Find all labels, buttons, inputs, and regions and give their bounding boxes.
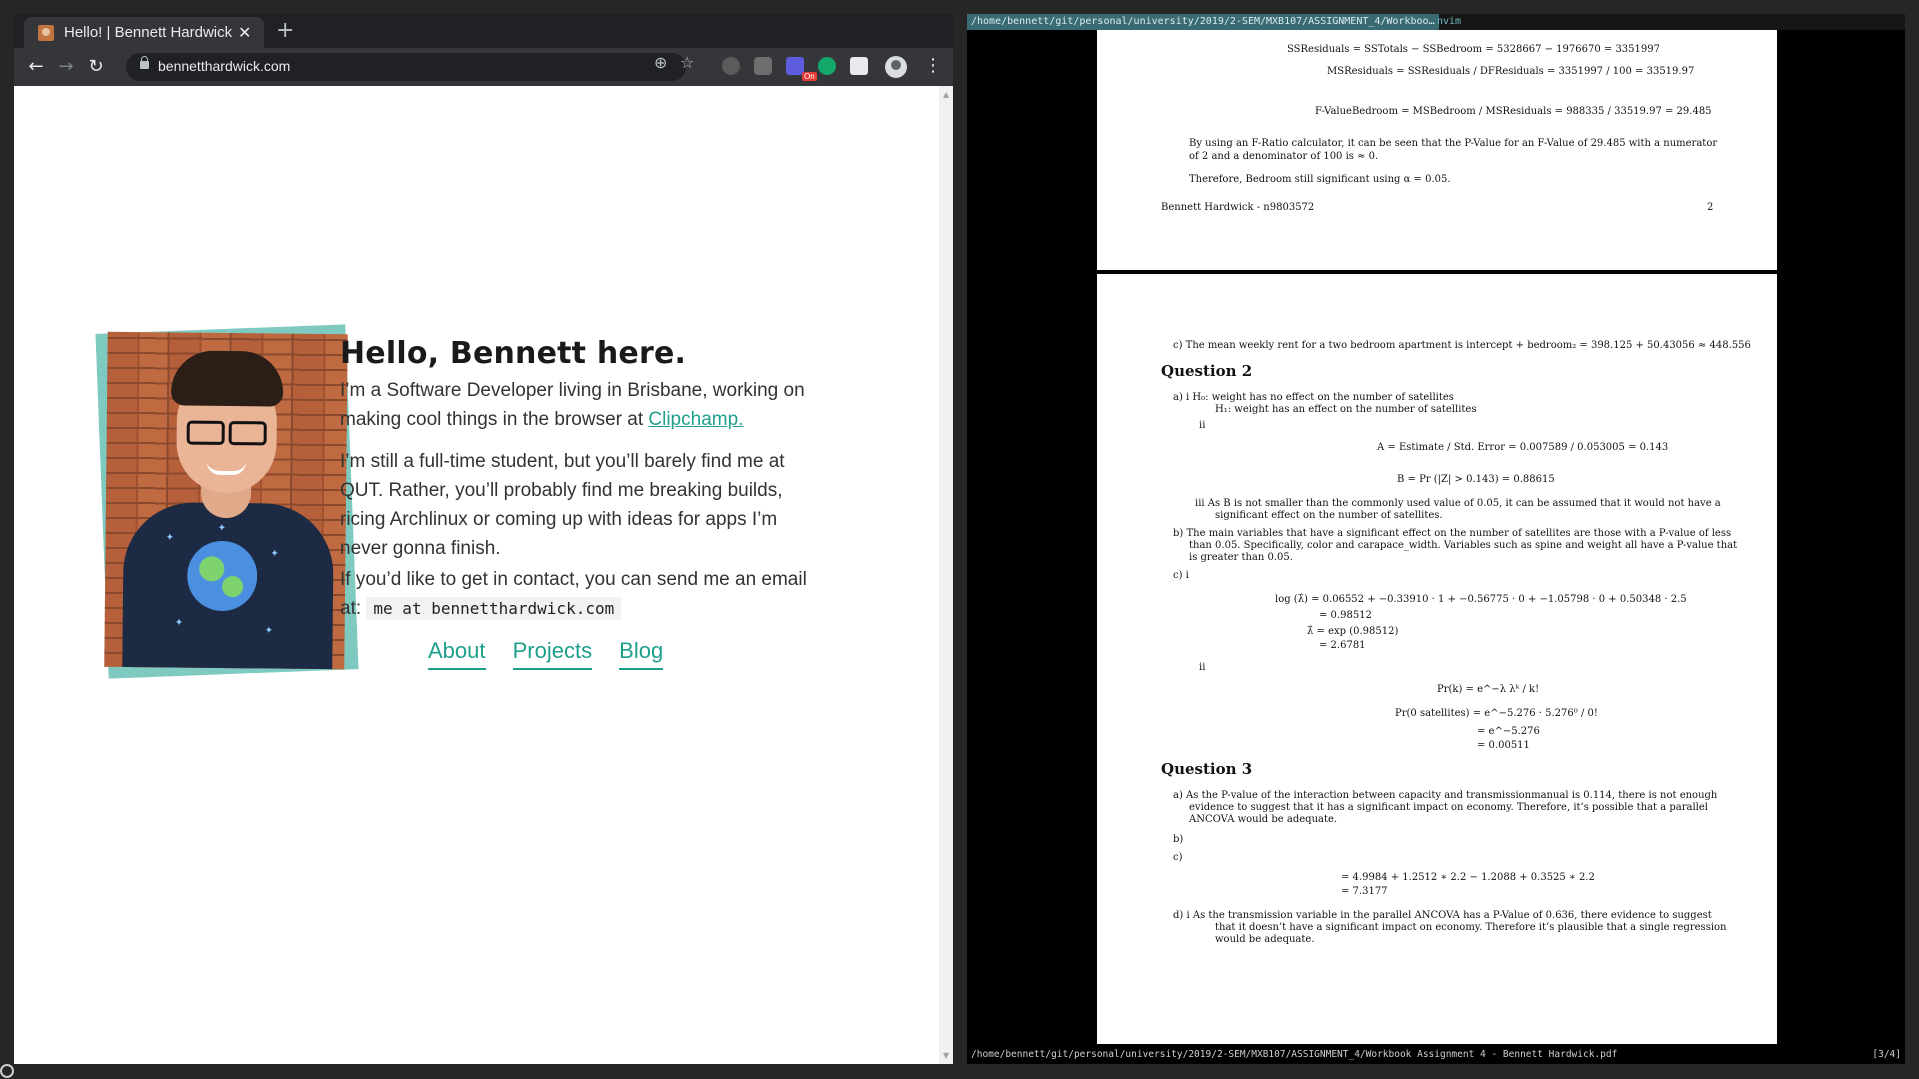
pdf-text: than 0.05. Specifically, color and carap… xyxy=(1189,540,1738,551)
star-icon: ✦ xyxy=(165,532,175,544)
pdf-equation: = 4.9984 + 1.2512 ∗ 2.2 − 1.2088 + 0.352… xyxy=(1341,872,1595,883)
web-page: ✦ ✦ ✦ ✦ ✦ Hello, Bennett here. I’m a Sof… xyxy=(14,86,939,1064)
pdf-equation: = 0.98512 xyxy=(1319,610,1372,621)
pdf-text: Therefore, Bedroom still significant usi… xyxy=(1189,174,1451,185)
menu-kebab-icon[interactable]: ⋮ xyxy=(924,55,942,76)
question-3-heading: Question 3 xyxy=(1161,760,1253,778)
page-nav: About Projects Blog xyxy=(428,638,685,670)
star-icon: ✦ xyxy=(174,617,184,629)
pdf-text: ii xyxy=(1199,662,1206,673)
url-text: bennetthardwick.com xyxy=(158,58,291,74)
status-path: /home/bennett/git/personal/university/20… xyxy=(971,1049,1618,1060)
pdf-equation: SSResiduals = SSTotals − SSBedroom = 532… xyxy=(1287,44,1660,55)
page-indicator: [3/4] xyxy=(1872,1049,1901,1060)
portrait-glasses xyxy=(187,421,267,442)
clipchamp-link[interactable]: Clipchamp. xyxy=(648,409,743,430)
extension-privacy-icon[interactable] xyxy=(722,57,740,75)
scroll-up-icon[interactable]: ▲ xyxy=(943,90,949,99)
pdf-equation: = e^−5.276 xyxy=(1477,726,1540,737)
star-icon: ✦ xyxy=(264,625,274,637)
reload-icon[interactable]: ↻ xyxy=(84,55,108,79)
viewer-title-path: /home/bennett/git/personal/university/20… xyxy=(967,14,1439,30)
pdf-equation: Pr(0 satellites) = e^−5.276 · 5.276⁰ / 0… xyxy=(1395,708,1598,719)
pdf-text: b) The main variables that have a signif… xyxy=(1173,528,1732,539)
pdf-text: d) i As the transmission variable in the… xyxy=(1173,910,1712,921)
earth-graphic xyxy=(186,540,258,612)
desktop: Hello! | Bennett Hardwick ✕ + ← → ↻ benn… xyxy=(0,0,1919,1079)
star-icon: ✦ xyxy=(217,522,227,535)
bookmark-star-icon[interactable]: ☆ xyxy=(680,53,694,72)
viewer-app-name: nvim xyxy=(1437,16,1462,27)
pdf-text: significant effect on the number of sate… xyxy=(1215,510,1443,521)
student-paragraph: I’m still a full-time student, but you’l… xyxy=(340,451,785,559)
pdf-text: that it doesn’t have a significant impac… xyxy=(1215,922,1727,933)
pdf-viewer-window: /home/bennett/git/personal/university/20… xyxy=(967,14,1905,1064)
pdf-equation: log (λ̂) = 0.06552 + −0.33910 · 1 + −0.5… xyxy=(1275,594,1687,605)
tab-title: Hello! | Bennett Hardwick xyxy=(64,24,233,41)
tab-strip: Hello! | Bennett Hardwick ✕ + xyxy=(14,14,953,48)
profile-avatar[interactable] xyxy=(885,56,907,78)
pdf-text: H₁: weight has an effect on the number o… xyxy=(1215,404,1477,415)
notion-icon[interactable] xyxy=(850,57,868,75)
viewer-statusbar: /home/bennett/git/personal/university/20… xyxy=(967,1048,1905,1062)
portrait-photo: ✦ ✦ ✦ ✦ ✦ xyxy=(104,331,348,670)
pdf-text: c) xyxy=(1173,852,1183,863)
browser-toolbar: ← → ↻ bennetthardwick.com ⊕ ☆ On ⋮ xyxy=(14,48,953,86)
nav-about-link[interactable]: About xyxy=(428,638,486,670)
pdf-text: a) As the P-value of the interaction bet… xyxy=(1173,790,1718,801)
pdf-text: would be adequate. xyxy=(1215,934,1315,945)
pdf-equation: B = Pr (|Z| > 0.143) = 0.88615 xyxy=(1397,474,1555,485)
scroll-down-icon[interactable]: ▼ xyxy=(943,1051,949,1060)
question-2-heading: Question 2 xyxy=(1161,362,1253,380)
page-title: Hello, Bennett here. xyxy=(340,336,687,371)
star-icon: ✦ xyxy=(270,548,279,560)
contact-paragraph: If you’d like to get in contact, you can… xyxy=(340,565,810,623)
pdf-text: of 2 and a denominator of 100 is ≈ 0. xyxy=(1189,151,1379,162)
extension-badge: On xyxy=(802,72,817,81)
add-icon[interactable]: ⊕ xyxy=(654,53,667,72)
pdf-equation: Pr(k) = e^−λ λᵏ / k! xyxy=(1437,684,1540,695)
pdf-text: c) i xyxy=(1173,570,1189,581)
tab-active[interactable]: Hello! | Bennett Hardwick ✕ xyxy=(24,17,264,48)
pdf-text: evidence to suggest that it has a signif… xyxy=(1189,802,1708,813)
pdf-text: By using an F-Ratio calculator, it can b… xyxy=(1189,138,1718,149)
page-scrollbar[interactable]: ▲ ▼ xyxy=(939,86,953,1064)
grammarly-icon[interactable] xyxy=(818,57,836,75)
pdf-footer-page: 2 xyxy=(1707,202,1714,213)
pdf-equation: A = Estimate / Std. Error = 0.007589 / 0… xyxy=(1377,442,1669,453)
address-bar[interactable]: bennetthardwick.com xyxy=(126,53,686,81)
pdf-equation: = 0.00511 xyxy=(1477,740,1530,751)
corner-logo-icon xyxy=(0,1064,14,1078)
pdf-text: is greater than 0.05. xyxy=(1189,552,1293,563)
pdf-page-3: c) The mean weekly rent for a two bedroo… xyxy=(1097,274,1777,1044)
pdf-equation: F-ValueBedroom = MSBedroom / MSResiduals… xyxy=(1315,106,1712,117)
browser-window: Hello! | Bennett Hardwick ✕ + ← → ↻ benn… xyxy=(14,14,953,1064)
back-icon[interactable]: ← xyxy=(24,55,48,79)
pdf-text: b) xyxy=(1173,834,1184,845)
pdf-equation: = 7.3177 xyxy=(1341,886,1388,897)
pdf-text: ANCOVA would be adequate. xyxy=(1189,814,1338,825)
pdf-footer-name: Bennett Hardwick - n9803572 xyxy=(1161,202,1315,213)
pdf-text: a) i H₀: weight has no effect on the num… xyxy=(1173,392,1454,403)
intro-paragraph: I’m a Software Developer living in Brisb… xyxy=(340,376,810,434)
pdf-equation: λ̂ = exp (0.98512) xyxy=(1307,626,1399,637)
favicon-icon xyxy=(38,25,54,41)
tab-close-icon[interactable]: ✕ xyxy=(238,23,251,42)
forward-icon[interactable]: → xyxy=(54,55,78,79)
pdf-equation: MSResiduals = SSResiduals / DFResiduals … xyxy=(1327,66,1695,77)
pdf-equation: = 2.6781 xyxy=(1319,640,1366,651)
email-code: me at bennetthardwick.com xyxy=(366,597,622,620)
pdf-page-2: SSResiduals = SSTotals − SSBedroom = 532… xyxy=(1097,30,1777,270)
nav-blog-link[interactable]: Blog xyxy=(619,638,664,670)
pdf-text: iii As B is not smaller than the commonl… xyxy=(1195,498,1721,509)
viewer-titlebar: /home/bennett/git/personal/university/20… xyxy=(967,14,1905,30)
portrait-hair xyxy=(170,350,284,407)
pdf-text: c) The mean weekly rent for a two bedroo… xyxy=(1173,340,1751,351)
lock-icon xyxy=(140,56,149,69)
new-tab-button[interactable]: + xyxy=(276,18,294,43)
pdf-text: ii xyxy=(1199,420,1206,431)
portrait-frame: ✦ ✦ ✦ ✦ ✦ xyxy=(95,324,359,679)
extension-shield-icon[interactable] xyxy=(754,57,772,75)
nav-projects-link[interactable]: Projects xyxy=(512,638,593,670)
